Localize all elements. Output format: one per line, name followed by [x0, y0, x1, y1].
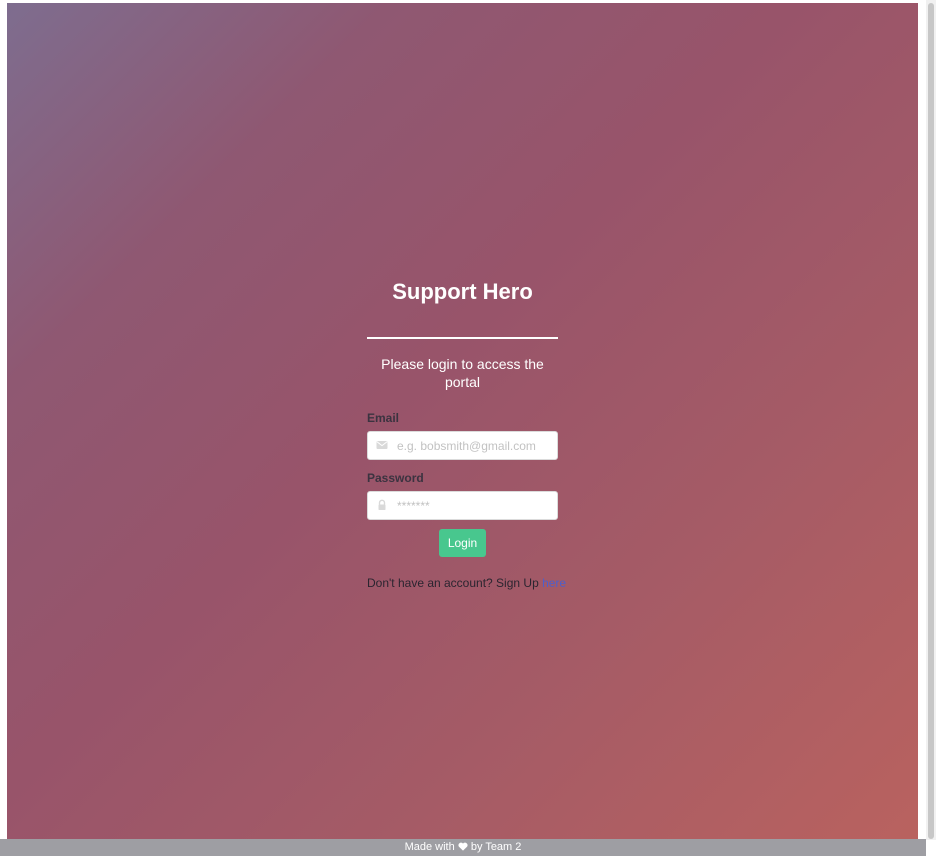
login-button-row: Login	[367, 529, 558, 557]
footer-suffix: by Team 2	[470, 841, 522, 853]
footer: Made with by Team 2	[0, 839, 926, 856]
login-button[interactable]: Login	[439, 529, 486, 557]
email-field-wrapper	[367, 431, 558, 460]
password-field-wrapper	[367, 491, 558, 520]
email-field[interactable]	[367, 431, 558, 460]
lock-icon	[378, 499, 386, 510]
login-panel: Support Hero Please login to access the …	[367, 278, 566, 590]
password-field[interactable]	[367, 491, 558, 520]
password-label: Password	[367, 471, 424, 485]
email-label: Email	[367, 411, 400, 425]
signup-prompt-text: Don't have an account? Sign Up	[367, 576, 543, 590]
page-title: Support Hero	[392, 279, 533, 304]
login-subtitle: Please login to access the portal	[381, 356, 544, 390]
scrollbar-thumb[interactable]	[928, 3, 934, 839]
envelope-icon	[376, 441, 388, 449]
heart-icon	[458, 842, 468, 851]
signup-link[interactable]: here	[542, 576, 566, 590]
signup-prompt: Don't have an account? Sign Up here	[367, 576, 566, 590]
footer-prefix: Made with	[404, 841, 455, 853]
page: Support Hero Please login to access the …	[0, 0, 936, 856]
title-divider	[367, 337, 558, 339]
